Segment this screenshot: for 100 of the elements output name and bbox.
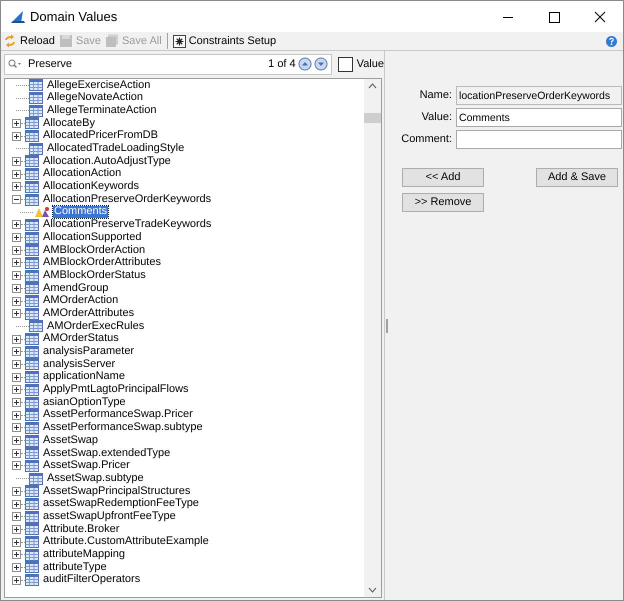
tree-item[interactable]: AssetSwap.extendedType <box>42 448 172 460</box>
table-icon <box>29 92 43 104</box>
scrollbar[interactable] <box>364 79 381 597</box>
expand-icon[interactable] <box>12 524 21 534</box>
table-icon <box>25 434 39 447</box>
table-icon <box>25 218 39 231</box>
toolbar-button[interactable]: Constraints Setup <box>170 32 278 50</box>
expand-icon[interactable] <box>12 372 21 382</box>
tree-item[interactable]: attributeMapping <box>42 549 126 561</box>
expand-icon[interactable] <box>12 486 21 496</box>
expand-icon[interactable] <box>12 576 21 585</box>
tree-item[interactable]: AMBlockOrderStatus <box>42 270 147 282</box>
previous-match-icon[interactable] <box>298 57 312 71</box>
expand-icon[interactable] <box>12 156 21 166</box>
form-button[interactable]: >> Remove <box>402 193 484 212</box>
expand-icon[interactable] <box>12 246 21 255</box>
form-button[interactable]: << Add <box>402 168 484 187</box>
tree-item[interactable]: AllocationPreserveOrderKeywords <box>42 194 212 206</box>
table-icon <box>25 523 39 536</box>
expand-icon[interactable] <box>12 448 21 458</box>
tree-item[interactable]: AllocationSupported <box>42 232 142 244</box>
next-match-icon[interactable] <box>314 57 328 71</box>
tree-item[interactable]: AssetPerformanceSwap.Pricer <box>42 409 194 421</box>
tree-item[interactable]: AMOrderAttributes <box>42 308 136 320</box>
tree-item[interactable]: AMBlockOrderAction <box>42 244 146 256</box>
expand-icon[interactable] <box>12 284 21 293</box>
expand-icon[interactable] <box>12 512 21 522</box>
expand-icon[interactable] <box>12 550 21 560</box>
tree-item[interactable]: AllocatedPricerFromDB <box>42 130 159 142</box>
tree-item[interactable]: Attribute.Broker <box>42 524 120 536</box>
tree-item[interactable]: ApplyPmtLagtoPrincipalFlows <box>42 384 190 396</box>
search-text: Preserve <box>28 56 72 72</box>
expand-icon[interactable] <box>12 398 21 408</box>
form-button[interactable]: Add & Save <box>536 168 618 187</box>
help-icon[interactable] <box>606 36 617 46</box>
expand-icon[interactable] <box>12 360 21 369</box>
expand-icon[interactable] <box>12 182 21 192</box>
tree-item[interactable]: auditFilterOperators <box>42 574 142 586</box>
tree-item[interactable]: asianOptionType <box>42 396 127 408</box>
tree-item[interactable]: AllocatedTradeLoadingStyle <box>46 143 186 155</box>
table-icon <box>25 561 39 574</box>
tree-item[interactable]: AmendGroup <box>42 282 110 294</box>
toolbar-button[interactable]: Reload <box>1 32 57 50</box>
tree-item[interactable]: AssetSwap <box>42 434 100 446</box>
expand-icon[interactable] <box>12 309 21 318</box>
expand-icon[interactable] <box>12 436 21 446</box>
expand-icon[interactable] <box>12 385 21 394</box>
tree-item[interactable]: AllocationPreserveTradeKeywords <box>42 219 212 231</box>
expand-icon[interactable] <box>12 334 21 344</box>
expand-icon[interactable] <box>12 562 21 572</box>
field-label: Name: <box>418 88 452 104</box>
tree-item[interactable]: AssetPerformanceSwap.subtype <box>42 422 204 434</box>
tree-item[interactable]: analysisServer <box>42 358 116 370</box>
tree-item[interactable]: AMBlockOrderAttributes <box>42 257 162 269</box>
tree-item[interactable]: AllocateBy <box>42 118 96 130</box>
expand-icon[interactable] <box>12 233 21 242</box>
expand-icon[interactable] <box>12 423 21 432</box>
expand-icon[interactable] <box>12 500 21 509</box>
tree-item[interactable]: AssetSwapPrincipalStructures <box>42 486 192 498</box>
tree-item[interactable]: analysisParameter <box>42 346 136 358</box>
tree-item[interactable]: applicationName <box>42 371 126 383</box>
table-icon <box>25 498 39 510</box>
splitter-handle[interactable] <box>386 318 388 332</box>
tree-item[interactable]: Comments <box>53 206 108 218</box>
tree-item[interactable]: AMOrderExecRules <box>46 320 146 332</box>
tree-item[interactable]: AllegeExerciseAction <box>46 80 152 92</box>
tree-item[interactable]: assetSwapRedemptionFeeType <box>42 498 200 510</box>
tree-item[interactable]: AssetSwap.Pricer <box>42 460 131 472</box>
tree-item[interactable]: AllegeTerminateAction <box>46 104 158 116</box>
expand-icon[interactable] <box>12 296 21 306</box>
tree-item[interactable]: Attribute.CustomAttributeExample <box>42 536 210 548</box>
scroll-down-icon[interactable] <box>368 587 377 593</box>
expand-icon[interactable] <box>12 220 21 230</box>
value-checkbox[interactable]: Value <box>338 56 384 72</box>
input-field[interactable]: Comments <box>456 108 622 127</box>
tree-item[interactable]: AssetSwap.subtype <box>46 472 145 484</box>
expand-icon[interactable] <box>12 410 21 420</box>
tree-item[interactable]: AMOrderStatus <box>42 333 120 345</box>
expand-icon[interactable] <box>12 118 21 128</box>
scroll-up-icon[interactable] <box>368 83 377 89</box>
search-field[interactable]: Preserve 1 of 4 <box>4 54 332 74</box>
table-icon <box>25 409 39 422</box>
tree-item[interactable]: AllocationKeywords <box>42 181 140 193</box>
input-field[interactable] <box>456 130 622 149</box>
expand-icon[interactable] <box>12 461 21 470</box>
expand-icon[interactable] <box>12 170 21 179</box>
tree-item[interactable]: Allocation.AutoAdjustType <box>42 156 172 168</box>
tree-item[interactable]: AllegeNovateAction <box>46 92 144 104</box>
expand-icon[interactable] <box>12 538 21 547</box>
scroll-thumb[interactable] <box>364 113 381 123</box>
collapse-icon[interactable] <box>12 195 21 204</box>
tree-item[interactable]: AllocationAction <box>42 168 122 180</box>
tree-item[interactable]: assetSwapUpfrontFeeType <box>42 510 177 522</box>
tree-item[interactable]: attributeType <box>42 562 108 574</box>
tree-item[interactable]: AMOrderAction <box>42 295 120 307</box>
expand-icon[interactable] <box>12 271 21 280</box>
expand-icon[interactable] <box>12 258 21 268</box>
expand-icon[interactable] <box>12 132 21 141</box>
search-icon <box>8 59 22 69</box>
expand-icon[interactable] <box>12 347 21 356</box>
